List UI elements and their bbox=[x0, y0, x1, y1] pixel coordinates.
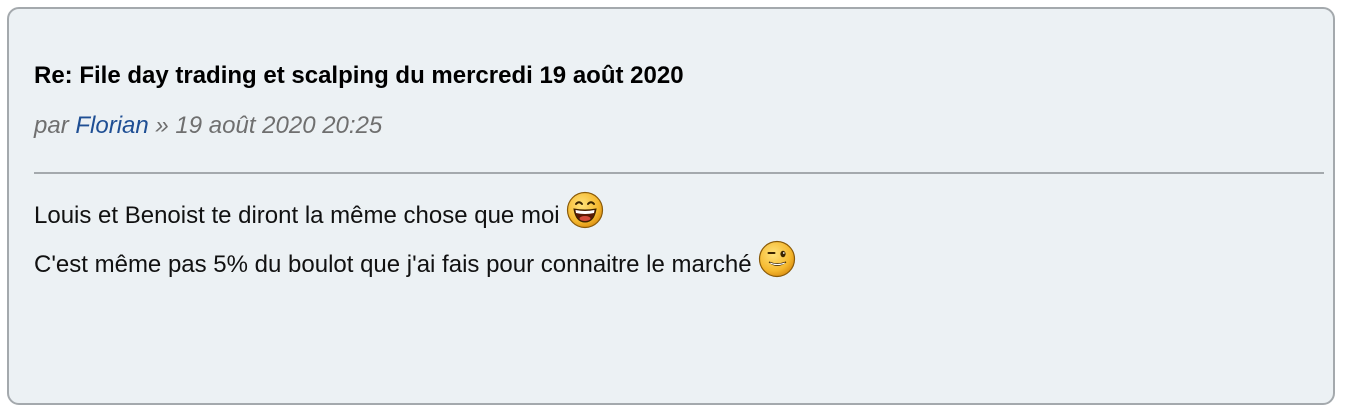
post-meta: par Florian » 19 août 2020 20:25 bbox=[34, 111, 382, 141]
post-content: Louis et Benoist te diront la même chose… bbox=[34, 191, 796, 289]
author-link[interactable]: Florian bbox=[75, 112, 148, 139]
content-line-text: Louis et Benoist te diront la même chose… bbox=[34, 202, 560, 229]
meta-separator: » bbox=[148, 112, 176, 139]
post-divider bbox=[34, 172, 1324, 174]
content-line-text: C'est même pas 5% du boulot que j'ai fai… bbox=[34, 251, 752, 278]
wink-smiley-icon bbox=[758, 240, 796, 278]
forum-post: Re: File day trading et scalping du merc… bbox=[7, 7, 1335, 405]
post-date: 19 août 2020 20:25 bbox=[175, 112, 383, 139]
post-title[interactable]: Re: File day trading et scalping du merc… bbox=[34, 61, 684, 91]
by-label: par bbox=[34, 112, 76, 139]
laughing-smiley-icon bbox=[566, 191, 604, 229]
content-line: C'est même pas 5% du boulot que j'ai fai… bbox=[34, 240, 796, 289]
content-line: Louis et Benoist te diront la même chose… bbox=[34, 191, 796, 240]
